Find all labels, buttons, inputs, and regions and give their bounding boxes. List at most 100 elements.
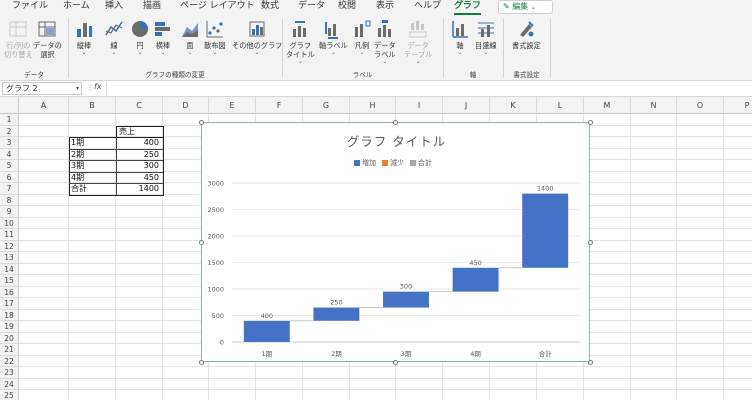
tab-6[interactable]: 数式 [261, 0, 279, 14]
ribbon-button-label: データ [407, 41, 429, 50]
ribbon-button-10[interactable]: グラフ タイトル ⌄ [286, 19, 315, 65]
tab-5[interactable]: ページ レイアウト [180, 0, 255, 14]
insert-function-button[interactable]: fx [94, 82, 102, 91]
ribbon-button-16[interactable]: 目盛線 ⌄ [475, 19, 497, 56]
axes-icon [452, 21, 468, 38]
column-header-c[interactable]: C [116, 97, 163, 114]
tab-2[interactable]: ホーム [63, 0, 90, 14]
ribbon-button-6[interactable]: 横棒 ⌄ [153, 19, 173, 56]
row-header-22[interactable]: 22 [0, 355, 19, 367]
tab-9[interactable]: 表示 [376, 0, 394, 14]
row-header-9[interactable]: 9 [0, 206, 19, 218]
column-header-e[interactable]: E [209, 97, 256, 114]
ribbon-button-3[interactable]: 縦棒 ⌄ [74, 19, 94, 56]
select-all-corner[interactable] [0, 97, 19, 114]
waterfall-bar-2[interactable] [313, 307, 360, 321]
chart-plot-area[interactable]: 0 500 1000 1500 2000 2500 3000 400 1期 250 2期 300 3期 4… [202, 123, 591, 363]
row-header-18[interactable]: 18 [0, 309, 19, 321]
tab-11[interactable]: グラフ [454, 0, 482, 15]
column-header-g[interactable]: G [303, 97, 350, 114]
ribbon-button-4[interactable]: 線 ⌄ [104, 19, 124, 56]
column-gridline [723, 114, 724, 400]
resize-handle[interactable] [587, 359, 593, 365]
row-header-14[interactable]: 14 [0, 263, 19, 275]
resize-handle[interactable] [587, 239, 593, 245]
resize-handle[interactable] [198, 119, 204, 125]
resize-handle[interactable] [198, 359, 204, 365]
waterfall-bar-1[interactable] [243, 320, 290, 342]
waterfall-bar-4[interactable] [452, 267, 499, 292]
tab-3[interactable]: 挿入 [105, 0, 123, 14]
ribbon-button-13[interactable]: データ ラベル ⌄ [374, 19, 396, 65]
column-header-l[interactable]: L [537, 97, 584, 114]
row-header-7[interactable]: 7 [0, 183, 19, 195]
column-header-d[interactable]: D [163, 97, 209, 114]
row-header-17[interactable]: 17 [0, 298, 19, 310]
column-header-n[interactable]: N [631, 97, 677, 114]
x-tick-label: 4期 [470, 350, 481, 358]
row-header-4[interactable]: 4 [0, 148, 19, 160]
ribbon-button-8[interactable]: 散布図 ⌄ [204, 19, 226, 56]
column-header-a[interactable]: A [19, 97, 69, 114]
resize-handle[interactable] [393, 119, 398, 125]
row-header-15[interactable]: 15 [0, 275, 19, 287]
row-header-23[interactable]: 23 [0, 367, 19, 379]
row-header-5[interactable]: 5 [0, 160, 19, 172]
ribbon-tabs: ファイル ホーム 挿入 描画 ページ レイアウト 数式 データ 校閲 表示 ヘルプ グラフ [0, 0, 752, 15]
ribbon-button-2[interactable]: データの 選択 [33, 19, 62, 59]
resize-handle[interactable] [587, 119, 593, 125]
row-header-25[interactable]: 25 [0, 390, 19, 400]
tab-4[interactable]: 描画 [143, 0, 161, 14]
ribbon-button-label: グラフ [289, 41, 312, 50]
ribbon-button-label: 切り替え [4, 50, 33, 59]
tab-10[interactable]: ヘルプ [414, 0, 441, 14]
row-header-11[interactable]: 11 [0, 229, 19, 241]
ribbon-button-12[interactable]: 凡例 ⌄ [352, 19, 372, 56]
column-header-f[interactable]: F [256, 97, 303, 114]
tab-8[interactable]: 校閲 [338, 0, 356, 14]
chevron-down-icon[interactable]: ▾ [76, 83, 79, 94]
row-header-6[interactable]: 6 [0, 171, 19, 183]
row-header-24[interactable]: 24 [0, 378, 19, 390]
resize-handle[interactable] [393, 359, 398, 365]
column-header-m[interactable]: M [584, 97, 631, 114]
column-header-i[interactable]: I [396, 97, 443, 114]
chevron-down-icon: ⌄ [187, 49, 193, 56]
row-header-16[interactable]: 16 [0, 286, 19, 298]
row-header-21[interactable]: 21 [0, 344, 19, 356]
name-box[interactable]: グラフ 2 ▾ [2, 82, 82, 95]
row-header-12[interactable]: 12 [0, 240, 19, 252]
formula-input[interactable] [106, 82, 750, 95]
ribbon-button-5[interactable]: 円 ⌄ [130, 19, 150, 56]
row-header-3[interactable]: 3 [0, 137, 19, 149]
ribbon-button-17[interactable]: 書式設定 [512, 19, 541, 50]
column-header-h[interactable]: H [350, 97, 396, 114]
row-header-1[interactable]: 1 [0, 114, 19, 126]
row-header-20[interactable]: 20 [0, 332, 19, 344]
row-header-13[interactable]: 13 [0, 252, 19, 264]
row-header-8[interactable]: 8 [0, 194, 19, 206]
ribbon-button-9[interactable]: その他のグラフ ⌄ [232, 19, 282, 56]
row-header-2[interactable]: 2 [0, 125, 19, 137]
chart-title-icon [293, 21, 307, 37]
column-header-j[interactable]: J [443, 97, 490, 114]
ribbon-button-label: データの [33, 41, 62, 50]
column-header-k[interactable]: K [490, 97, 537, 114]
resize-handle[interactable] [198, 239, 204, 245]
waterfall-chart[interactable]: グラフ タイトル 増加 減少 合計 0 500 1000 1500 2000 2500 3000… [198, 119, 593, 365]
row-header-10[interactable]: 10 [0, 217, 19, 229]
waterfall-bar-3[interactable] [383, 291, 429, 308]
column-header-b[interactable]: B [69, 97, 116, 114]
column-header-p[interactable]: P [724, 97, 752, 114]
column-header-o[interactable]: O [677, 97, 724, 114]
pie-chart-icon [132, 21, 148, 37]
tab-7[interactable]: データ [298, 0, 325, 14]
tab-1[interactable]: ファイル [12, 0, 48, 14]
data-label: 450 [469, 259, 481, 267]
edit-mode-button[interactable]: ✎ 編集 ⌄ [498, 0, 553, 14]
ribbon-button-15[interactable]: 軸 ⌄ [450, 19, 470, 56]
ribbon-button-11[interactable]: 軸ラベル ⌄ [319, 19, 348, 56]
ribbon-button-7[interactable]: 面 ⌄ [180, 19, 200, 56]
row-header-19[interactable]: 19 [0, 321, 19, 333]
waterfall-bar-5[interactable] [522, 193, 569, 268]
